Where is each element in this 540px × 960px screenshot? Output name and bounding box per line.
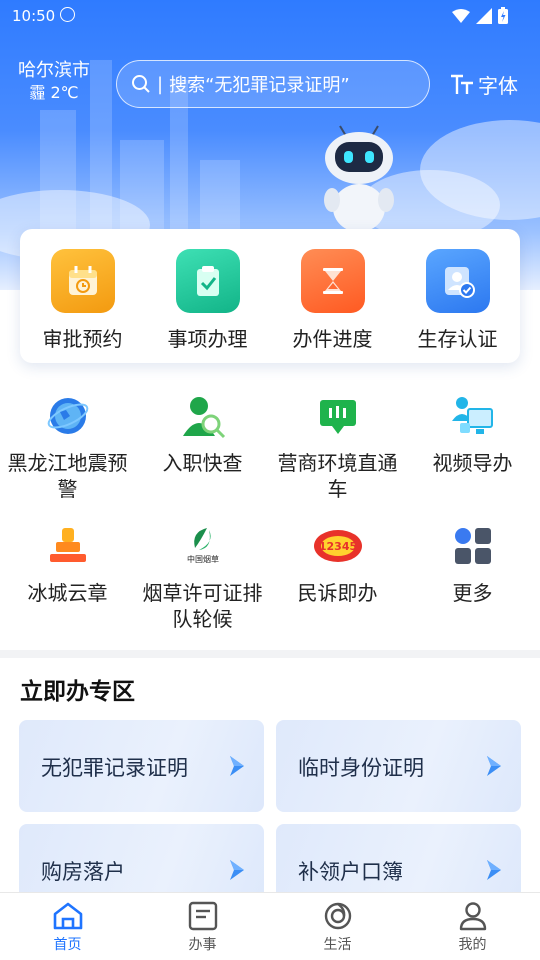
user-verify-icon [425, 249, 490, 313]
chat-bubble-icon [312, 390, 364, 442]
tile-label: 临时身份证明 [298, 756, 424, 780]
bottom-tab-bar: 首页 办事 生活 我的 [0, 892, 540, 960]
search-bar[interactable]: | 搜索“无犯罪记录证明” [116, 60, 430, 108]
quick-actions-card: 审批预约 事项办理 办件进度 生存认证 [20, 229, 520, 363]
video-monitor-icon [447, 390, 499, 442]
service-label: 烟草许可证排队轮候 [142, 581, 263, 631]
service-label: 黑龙江地震预警 [7, 451, 128, 501]
chevron-right-icon [230, 756, 244, 776]
service-more[interactable]: 更多 [405, 520, 540, 650]
quick-label: 审批预约 [42, 327, 123, 351]
service-label: 更多 [452, 581, 493, 605]
tab-label: 首页 [53, 937, 82, 953]
font-size-icon [451, 74, 473, 94]
calendar-icon [50, 249, 115, 313]
earth-icon [42, 390, 94, 442]
chevron-right-icon [487, 756, 501, 776]
location-weather[interactable]: 哈尔滨市 霾 2℃ [18, 60, 90, 104]
stamp-icon [42, 520, 94, 572]
tab-life[interactable]: 生活 [270, 893, 405, 960]
quick-approval-appointment[interactable]: 审批预约 [20, 229, 145, 363]
document-icon [188, 901, 217, 931]
services-row: 黑龙江地震预警 入职快查 营商环境直通车 视频导办 [0, 390, 540, 520]
quick-label: 生存认证 [417, 327, 498, 351]
tile-label: 购房落户 [41, 860, 125, 884]
battery-icon [498, 7, 508, 24]
weather-text: 霾 2℃ [29, 83, 79, 102]
services-grid: 黑龙江地震预警 入职快查 营商环境直通车 视频导办 冰城云章 中国烟草 烟草许可… [0, 390, 540, 650]
service-ice-city-seal[interactable]: 冰城云章 [0, 520, 135, 650]
tab-home[interactable]: 首页 [0, 893, 135, 960]
system-icons [452, 7, 508, 24]
tab-label: 我的 [458, 937, 487, 953]
life-icon [324, 902, 351, 930]
chevron-right-icon [230, 860, 244, 880]
tile-label: 无犯罪记录证明 [41, 756, 188, 780]
tile-temporary-id[interactable]: 临时身份证明 [276, 720, 521, 812]
clipboard-check-icon [175, 249, 240, 313]
service-tobacco-license[interactable]: 中国烟草 烟草许可证排队轮候 [135, 520, 270, 650]
quick-label: 办件进度 [292, 327, 373, 351]
service-label: 营商环境直通车 [277, 451, 398, 501]
quick-item-handling[interactable]: 事项办理 [145, 229, 270, 363]
search-icon [132, 75, 150, 93]
service-video-guide[interactable]: 视频导办 [405, 390, 540, 520]
signal-icon [476, 7, 492, 24]
tab-mine[interactable]: 我的 [405, 893, 540, 960]
search-placeholder: 搜索“无犯罪记录证明” [169, 75, 350, 96]
quick-survival-auth[interactable]: 生存认证 [395, 229, 520, 363]
person-search-icon [177, 390, 229, 442]
hotline-12345-icon: 12345 [312, 520, 364, 572]
zone-title: 立即办专区 [20, 679, 135, 705]
service-label: 视频导办 [432, 451, 513, 475]
section-divider [0, 650, 540, 658]
tab-label: 办事 [188, 937, 217, 953]
wifi-icon [452, 8, 470, 23]
services-row: 冰城云章 中国烟草 烟草许可证排队轮候 12345 民诉即办 更多 [0, 520, 540, 650]
service-label: 民诉即办 [297, 581, 378, 605]
service-employment-check[interactable]: 入职快查 [135, 390, 270, 520]
status-time: 10:50 [12, 7, 56, 25]
service-business-express[interactable]: 营商环境直通车 [270, 390, 405, 520]
tile-no-criminal-record[interactable]: 无犯罪记录证明 [19, 720, 264, 812]
tobacco-logo-text: 中国烟草 [187, 554, 219, 564]
nfc-icon [60, 7, 75, 22]
city-name: 哈尔滨市 [18, 60, 90, 81]
search-caret: | [157, 73, 164, 95]
font-size-label: 字体 [478, 74, 518, 98]
service-label: 冰城云章 [27, 581, 108, 605]
tobacco-logo-icon: 中国烟草 [177, 520, 229, 572]
home-icon [53, 902, 82, 930]
hourglass-icon [300, 249, 365, 313]
chevron-right-icon [487, 860, 501, 880]
more-grid-icon [447, 520, 499, 572]
font-size-button[interactable]: 字体 [450, 70, 518, 99]
person-icon [459, 902, 486, 931]
quick-progress[interactable]: 办件进度 [270, 229, 395, 363]
service-civil-complaint[interactable]: 12345 民诉即办 [270, 520, 405, 650]
tab-services[interactable]: 办事 [135, 893, 270, 960]
tab-label: 生活 [323, 937, 352, 953]
service-earthquake-warning[interactable]: 黑龙江地震预警 [0, 390, 135, 520]
service-label: 入职快查 [162, 451, 243, 475]
tile-label: 补领户口簿 [298, 860, 403, 884]
robot-mascot[interactable] [318, 120, 400, 230]
quick-label: 事项办理 [167, 327, 248, 351]
status-bar: 10:50 [0, 0, 540, 32]
hotline-logo-text: 12345 [318, 540, 356, 553]
